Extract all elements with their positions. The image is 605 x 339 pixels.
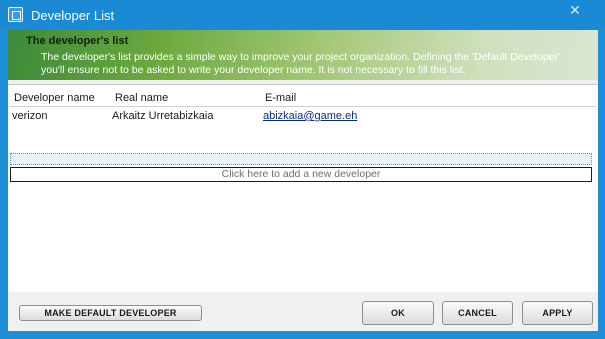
dialog-body: The developer's list The developer's lis… (8, 30, 598, 331)
header-description: The developer's list provides a simple w… (41, 51, 561, 76)
ok-button[interactable]: OK (362, 301, 434, 325)
table-row[interactable]: verizon Arkaitz Urretabizkaia abizkaia@g… (10, 109, 594, 123)
column-header-email[interactable]: E-mail (265, 92, 296, 104)
make-default-developer-button[interactable]: MAKE DEFAULT DEVELOPER (19, 305, 202, 321)
header-divider (10, 106, 596, 107)
close-icon[interactable]: ✕ (560, 2, 590, 22)
window-title: Developer List (31, 8, 115, 23)
title-bar[interactable]: Developer List ✕ (0, 0, 605, 30)
column-header-developer-name[interactable]: Developer name (14, 92, 95, 104)
cell-email-link[interactable]: abizkaia@game.eh (263, 110, 357, 122)
add-developer-row[interactable]: Click here to add a new developer (10, 167, 592, 182)
developer-list-window: Developer List ✕ The developer's list Th… (0, 0, 605, 339)
column-header-real-name[interactable]: Real name (115, 92, 168, 104)
header-title: The developer's list (26, 35, 129, 47)
header-banner: The developer's list The developer's lis… (8, 30, 598, 80)
app-window-icon (8, 7, 23, 22)
developer-list[interactable]: Developer name Real name E-mail verizon … (8, 84, 598, 292)
new-row-placeholder[interactable] (10, 153, 592, 165)
cell-real-name: Arkaitz Urretabizkaia (112, 110, 214, 122)
cell-developer-name: verizon (12, 110, 48, 122)
cancel-button[interactable]: CANCEL (442, 301, 513, 325)
apply-button[interactable]: APPLY (522, 301, 593, 325)
